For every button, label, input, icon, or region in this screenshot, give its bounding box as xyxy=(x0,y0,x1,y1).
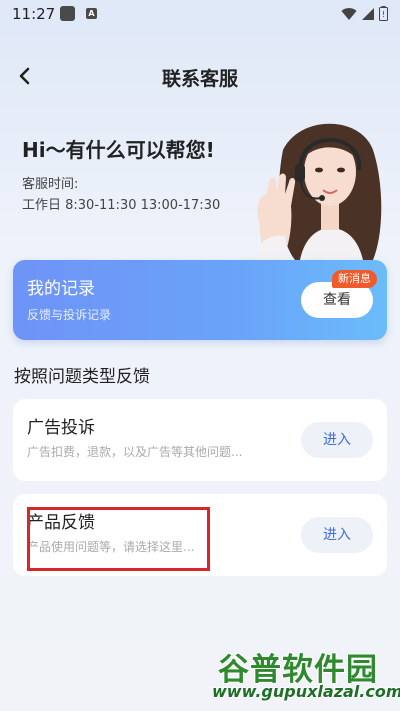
svg-text:!: ! xyxy=(382,10,385,19)
hero-greeting: Hi～有什么可以帮您! xyxy=(22,138,215,162)
a-notification-icon: A xyxy=(86,8,97,19)
nav-bar: 联系客服 xyxy=(0,56,400,96)
status-icons: ! xyxy=(341,6,388,21)
signal-icon xyxy=(362,7,374,20)
app-notification-icon xyxy=(60,6,75,21)
records-title: 我的记录 xyxy=(27,279,95,299)
section-title: 按照问题类型反馈 xyxy=(14,367,150,387)
records-subtitle: 反馈与投诉记录 xyxy=(27,308,112,322)
status-time: 11:27 xyxy=(12,5,56,23)
customer-service-agent-illustration xyxy=(255,123,382,260)
wifi-icon xyxy=(341,7,357,20)
watermark-logo: 谷普软件园 www.gupuxlazal.com xyxy=(212,644,400,708)
service-time-value: 工作日 8:30-11:30 13:00-17:30 xyxy=(22,198,221,213)
service-time-label: 客服时间: xyxy=(22,177,79,192)
feedback-card-ad-complaint[interactable]: 广告投诉 广告扣费，退款，以及广告等其他问题... 进入 xyxy=(13,399,387,481)
card-description: 广告扣费，退款，以及广告等其他问题... xyxy=(27,445,243,459)
annotation-highlight-box xyxy=(27,507,210,571)
enter-button[interactable]: 进入 xyxy=(301,422,373,458)
watermark-url: www.gupuxlazal.com xyxy=(212,682,400,701)
card-title: 广告投诉 xyxy=(27,418,95,438)
enter-button[interactable]: 进入 xyxy=(301,517,373,553)
my-records-card[interactable]: 我的记录 反馈与投诉记录 查看 新消息 xyxy=(13,260,387,340)
new-message-badge: 新消息 xyxy=(332,270,377,288)
battery-icon: ! xyxy=(379,6,388,21)
page-title: 联系客服 xyxy=(161,68,238,90)
status-bar: 11:27 A ! xyxy=(0,0,400,28)
